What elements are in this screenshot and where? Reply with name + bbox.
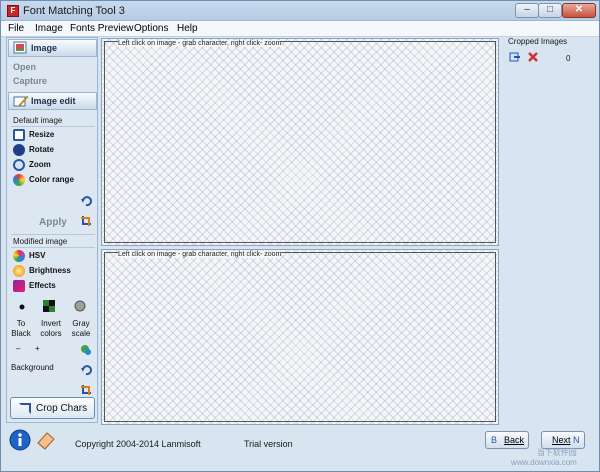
brightness-button[interactable]: Brightness <box>11 264 95 278</box>
effects-label: Effects <box>29 281 56 290</box>
image-edit-section-header[interactable]: Image edit <box>8 92 97 110</box>
rotate-label: Rotate <box>29 145 54 154</box>
cropped-images-icon[interactable] <box>509 51 521 63</box>
menu-options[interactable]: Options <box>134 23 168 34</box>
effects-button[interactable]: Effects <box>11 279 95 293</box>
delete-icon[interactable] <box>527 51 539 63</box>
divider <box>11 247 95 248</box>
menu-image[interactable]: Image <box>35 23 63 34</box>
image-section-label: Image <box>31 43 58 53</box>
invert-icon[interactable] <box>43 300 55 312</box>
default-image-label: Default image <box>13 116 63 125</box>
background-decrease-button[interactable]: – <box>16 344 20 354</box>
title-bar: F Font Matching Tool 3 – □ ✕ <box>1 1 599 21</box>
open-link[interactable]: Open <box>13 62 36 72</box>
background-color-icon[interactable] <box>80 344 92 356</box>
next-key-icon: N <box>573 435 580 445</box>
cropped-images-count: 0 <box>566 54 571 63</box>
hsv-label: HSV <box>29 251 46 260</box>
back-label: Back <box>504 435 525 445</box>
zoom-label: Zoom <box>29 160 51 169</box>
edited-image-canvas[interactable]: Left click on image - grab character, ri… <box>101 249 499 425</box>
brightness-label: Brightness <box>29 266 71 275</box>
rotate-icon <box>13 144 25 156</box>
gray-scale-icon[interactable] <box>74 300 86 312</box>
color-range-button[interactable]: Color range <box>11 173 95 187</box>
resize-button[interactable]: Resize <box>11 128 95 142</box>
zoom-button[interactable]: Zoom <box>11 158 95 172</box>
minimize-button[interactable]: – <box>515 3 539 18</box>
left-panel: Image Open Capture Image edit Default im… <box>6 37 98 423</box>
watermark-line1: 当下软件园 <box>536 448 577 457</box>
maximize-button[interactable]: □ <box>538 3 562 18</box>
hsv-button[interactable]: HSV <box>11 249 95 263</box>
close-button[interactable]: ✕ <box>562 3 596 18</box>
canvas-hint: Left click on image - grab character, ri… <box>118 40 282 47</box>
sun-icon <box>13 265 25 277</box>
image-edit-label: Image edit <box>31 96 76 106</box>
image-icon <box>13 41 29 55</box>
crop-icon <box>19 403 31 414</box>
menu-help[interactable]: Help <box>177 23 198 34</box>
divider <box>11 234 95 235</box>
hsv-icon <box>13 250 25 262</box>
watermark-line2: www.downxia.com <box>511 458 577 467</box>
divider <box>11 126 95 127</box>
crop-apply-icon[interactable] <box>80 384 92 396</box>
color-range-label: Color range <box>29 175 74 184</box>
menu-file[interactable]: File <box>8 23 24 34</box>
crop-chars-button[interactable]: Crop Chars <box>10 397 95 419</box>
status-bar: Copyright 2004-2014 Lanmisoft Trial vers… <box>1 425 599 471</box>
background-increase-button[interactable]: + <box>35 344 40 354</box>
effects-icon <box>13 280 25 292</box>
canvas-frame <box>104 41 496 243</box>
capture-link[interactable]: Capture <box>13 76 47 86</box>
to-black-label: To Black <box>11 319 31 338</box>
pencil-icon <box>13 94 29 108</box>
resize-label: Resize <box>29 130 55 139</box>
app-window: F Font Matching Tool 3 – □ ✕ File Image … <box>0 0 600 472</box>
invert-colors-label: Invert colors <box>40 319 62 338</box>
undo-icon[interactable] <box>80 195 92 207</box>
apply-button[interactable]: Apply <box>39 217 67 228</box>
color-wheel-icon <box>13 174 25 186</box>
trial-version-text: Trial version <box>244 439 293 449</box>
black-dot-icon[interactable] <box>16 301 28 313</box>
info-icon[interactable] <box>9 429 31 451</box>
crop-chars-label: Crop Chars <box>36 403 88 414</box>
copyright-text: Copyright 2004-2014 Lanmisoft <box>75 439 201 449</box>
original-image-canvas[interactable]: Left click on image - grab character, ri… <box>101 38 499 246</box>
canvas-hint: Left click on image - grab character, ri… <box>118 251 282 258</box>
undo-icon[interactable] <box>80 364 92 376</box>
modified-image-label: Modified image <box>13 237 68 246</box>
window-title: Font Matching Tool 3 <box>23 5 125 17</box>
watermark: 当下软件园 www.downxia.com <box>511 447 577 467</box>
image-section-header[interactable]: Image <box>8 39 97 57</box>
background-label: Background <box>11 363 54 372</box>
back-key-icon: B <box>491 435 498 445</box>
eraser-icon[interactable] <box>35 429 57 451</box>
canvas-frame <box>104 252 496 422</box>
next-label: Next <box>552 435 571 445</box>
menu-fonts-preview[interactable]: Fonts Preview <box>70 23 133 34</box>
gray-scale-label: Gray scale <box>71 319 91 338</box>
menu-bar: File Image Fonts Preview Options Help <box>1 21 599 37</box>
crop-apply-icon[interactable] <box>80 215 92 227</box>
resize-icon <box>13 129 25 141</box>
cropped-images-title: Cropped Images <box>508 37 568 46</box>
rotate-button[interactable]: Rotate <box>11 143 95 157</box>
app-icon: F <box>7 5 19 17</box>
magnifier-icon <box>13 159 25 171</box>
